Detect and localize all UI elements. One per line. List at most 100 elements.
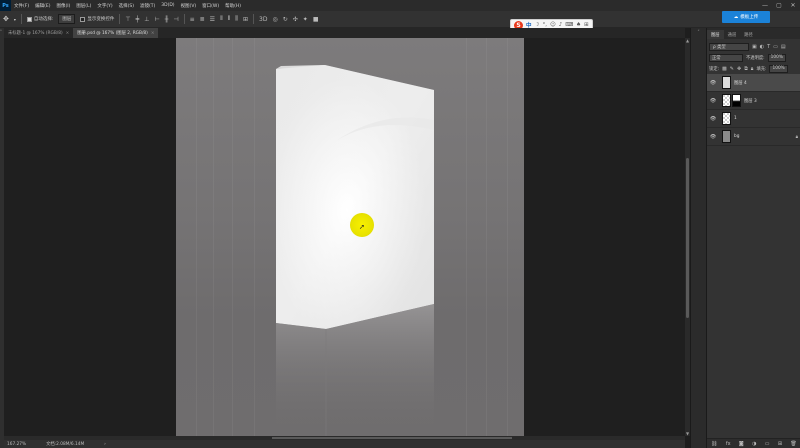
link-layers-icon[interactable]: ⛓︎ bbox=[711, 441, 717, 447]
opacity-input[interactable]: 100% bbox=[767, 53, 786, 62]
filter-smart-icon[interactable]: ▤ bbox=[781, 44, 786, 50]
scale-3d-icon[interactable]: ■ bbox=[313, 16, 319, 23]
photoshop-logo-icon: Ps bbox=[0, 0, 11, 11]
layer-thumbnail bbox=[722, 112, 731, 125]
lock-row: 锁定: ▩ ✎ ✥ ⧉ 🔒︎ 填充: 100% bbox=[707, 63, 800, 74]
auto-align-icon[interactable]: ⊞ bbox=[243, 16, 248, 23]
checkbox-checked-icon bbox=[26, 16, 32, 22]
layer-thumbnail bbox=[722, 130, 731, 143]
menu-window[interactable]: 窗口(W) bbox=[199, 3, 222, 9]
menu-image[interactable]: 图像(I) bbox=[53, 3, 73, 9]
document-canvas[interactable] bbox=[176, 38, 524, 436]
distribute-left-icon[interactable]: ⫴ bbox=[220, 15, 223, 23]
filter-shape-icon[interactable]: ▭ bbox=[773, 44, 778, 50]
drag-3d-icon[interactable]: ✣ bbox=[293, 16, 298, 23]
filter-pixel-icon[interactable]: ▣ bbox=[752, 44, 757, 50]
lock-artboard-icon[interactable]: ⧉ bbox=[744, 66, 748, 72]
layer-row[interactable]: 👁︎ 图层 3 bbox=[707, 92, 800, 110]
tab-untitled-1[interactable]: 未标题-1 @ 167% (RGB/8) × bbox=[4, 28, 73, 38]
new-group-icon[interactable]: ▭ bbox=[765, 441, 770, 447]
auto-select-checkbox[interactable]: 自动选择: bbox=[26, 16, 54, 22]
layer-row[interactable]: 👁︎ bg 🔒︎ bbox=[707, 128, 800, 146]
canvas-workspace[interactable]: ➚ bbox=[4, 38, 685, 436]
menu-file[interactable]: 文件(F) bbox=[11, 3, 32, 9]
orbit-3d-icon[interactable]: ◎ bbox=[272, 16, 277, 23]
distribute-bottom-icon[interactable]: ☰ bbox=[210, 16, 215, 23]
scroll-thumb[interactable] bbox=[272, 437, 512, 439]
blend-mode-dropdown[interactable]: 正常 bbox=[709, 53, 743, 62]
3d-mode-label: 3D bbox=[259, 15, 268, 23]
close-icon[interactable]: ✕ bbox=[786, 0, 800, 11]
show-transform-checkbox[interactable]: 显示变换控件 bbox=[80, 16, 114, 22]
layer-name: 图层 4 bbox=[734, 80, 747, 86]
menu-edit[interactable]: 编辑(E) bbox=[32, 3, 53, 9]
tool-preset-chevron-icon[interactable]: ▾ bbox=[14, 17, 16, 22]
tab-channels[interactable]: 通道 bbox=[724, 30, 741, 39]
layer-lock-icon: 🔒︎ bbox=[795, 134, 798, 140]
fill-input[interactable]: 100% bbox=[769, 64, 788, 73]
layer-style-icon[interactable]: fx bbox=[726, 441, 731, 447]
menu-help[interactable]: 帮助(H) bbox=[222, 3, 244, 9]
roll-3d-icon[interactable]: ↻ bbox=[283, 16, 288, 23]
visibility-eye-icon[interactable]: 👁︎ bbox=[707, 134, 719, 140]
menu-layer[interactable]: 图层(L) bbox=[73, 3, 94, 9]
visibility-eye-icon[interactable]: 👁︎ bbox=[707, 98, 719, 104]
menu-view[interactable]: 视图(V) bbox=[178, 3, 200, 9]
new-layer-icon[interactable]: ⊞ bbox=[778, 441, 782, 447]
menu-type[interactable]: 文字(Y) bbox=[94, 3, 115, 9]
menu-select[interactable]: 选择(S) bbox=[116, 3, 137, 9]
template-upload-button[interactable]: ☁ 模板上传 bbox=[722, 11, 770, 23]
menu-filter[interactable]: 滤镜(T) bbox=[137, 3, 158, 9]
divider bbox=[253, 14, 255, 24]
book-box-mockup[interactable] bbox=[176, 38, 524, 436]
document-tabs: 未标题-1 @ 167% (RGB/8) × 图册.psd @ 167% (图层… bbox=[4, 28, 685, 38]
kind-filter-dropdown[interactable]: ρ 类型 bbox=[709, 42, 749, 51]
lock-transparency-icon[interactable]: ▩ bbox=[722, 66, 727, 72]
maximize-icon[interactable]: ▢ bbox=[772, 0, 786, 11]
lock-all-icon[interactable]: 🔒︎ bbox=[751, 66, 754, 72]
add-mask-icon[interactable]: ◙ bbox=[739, 441, 744, 447]
options-bar: ✥ ▾ 自动选择: 图层 显示变换控件 ⊤ ╪ ⊥ ⊢ ╫ ⊣ ≡ ≣ ☰ ⫴ … bbox=[0, 11, 800, 28]
filter-adjust-icon[interactable]: ◐ bbox=[760, 44, 764, 50]
minimize-icon[interactable]: — bbox=[758, 0, 772, 11]
align-left-icon[interactable]: ⊢ bbox=[155, 16, 160, 23]
align-right-icon[interactable]: ⊣ bbox=[173, 16, 178, 23]
visibility-eye-icon[interactable]: 👁︎ bbox=[707, 80, 719, 86]
layer-row[interactable]: 👁︎ 1 bbox=[707, 110, 800, 128]
slide-3d-icon[interactable]: ✦ bbox=[303, 16, 308, 23]
distribute-vcenter-icon[interactable]: ≣ bbox=[200, 16, 205, 23]
menu-3d[interactable]: 3D(D) bbox=[158, 3, 177, 8]
zoom-readout[interactable]: 167.27% bbox=[7, 442, 26, 447]
filter-type-icon[interactable]: T bbox=[767, 44, 770, 50]
tab-label: 图册.psd @ 167% (图层 2, RGB/8) bbox=[77, 31, 148, 36]
align-top-icon[interactable]: ⊤ bbox=[125, 16, 130, 23]
visibility-eye-icon[interactable]: 👁︎ bbox=[707, 116, 719, 122]
align-bottom-icon[interactable]: ⊥ bbox=[144, 16, 149, 23]
distribute-top-icon[interactable]: ≡ bbox=[190, 16, 195, 23]
delete-layer-icon[interactable]: 🗑︎ bbox=[790, 441, 796, 447]
opacity-label: 不透明度: bbox=[746, 55, 765, 61]
layer-mask-thumbnail[interactable] bbox=[732, 94, 741, 107]
collapse-chevron-icon[interactable]: « bbox=[691, 28, 706, 32]
adjustment-layer-icon[interactable]: ◑ bbox=[752, 441, 756, 447]
tab-book-psd[interactable]: 图册.psd @ 167% (图层 2, RGB/8) × bbox=[73, 28, 159, 38]
lock-image-icon[interactable]: ✎ bbox=[730, 66, 734, 72]
auto-select-label: 自动选择: bbox=[33, 17, 54, 22]
tab-close-icon[interactable]: × bbox=[66, 31, 70, 36]
align-vcenter-icon[interactable]: ╪ bbox=[136, 16, 140, 23]
align-hcenter-icon[interactable]: ╫ bbox=[165, 16, 169, 23]
tab-layers[interactable]: 图层 bbox=[707, 30, 724, 39]
tab-close-icon[interactable]: × bbox=[151, 31, 155, 36]
lock-label: 锁定: bbox=[709, 66, 720, 72]
tab-paths[interactable]: 路径 bbox=[740, 30, 757, 39]
auto-select-dropdown[interactable]: 图层 bbox=[58, 14, 76, 24]
layers-panel: 图层 通道 路径 ρ 类型 ▣ ◐ T ▭ ▤ 正常 不透明度: 100% 锁定… bbox=[706, 28, 800, 448]
distribute-right-icon[interactable]: ⫼ bbox=[235, 15, 238, 23]
status-menu-arrow-icon[interactable]: › bbox=[104, 442, 106, 447]
distribute-hcenter-icon[interactable]: ⦀ bbox=[228, 15, 231, 23]
lock-position-icon[interactable]: ✥ bbox=[737, 66, 741, 72]
cloud-icon: ☁ bbox=[733, 14, 739, 20]
move-tool-icon[interactable]: ✥ bbox=[3, 15, 9, 23]
scroll-thumb[interactable] bbox=[686, 158, 689, 318]
layer-row[interactable]: 👁︎ 图层 4 bbox=[707, 74, 800, 92]
